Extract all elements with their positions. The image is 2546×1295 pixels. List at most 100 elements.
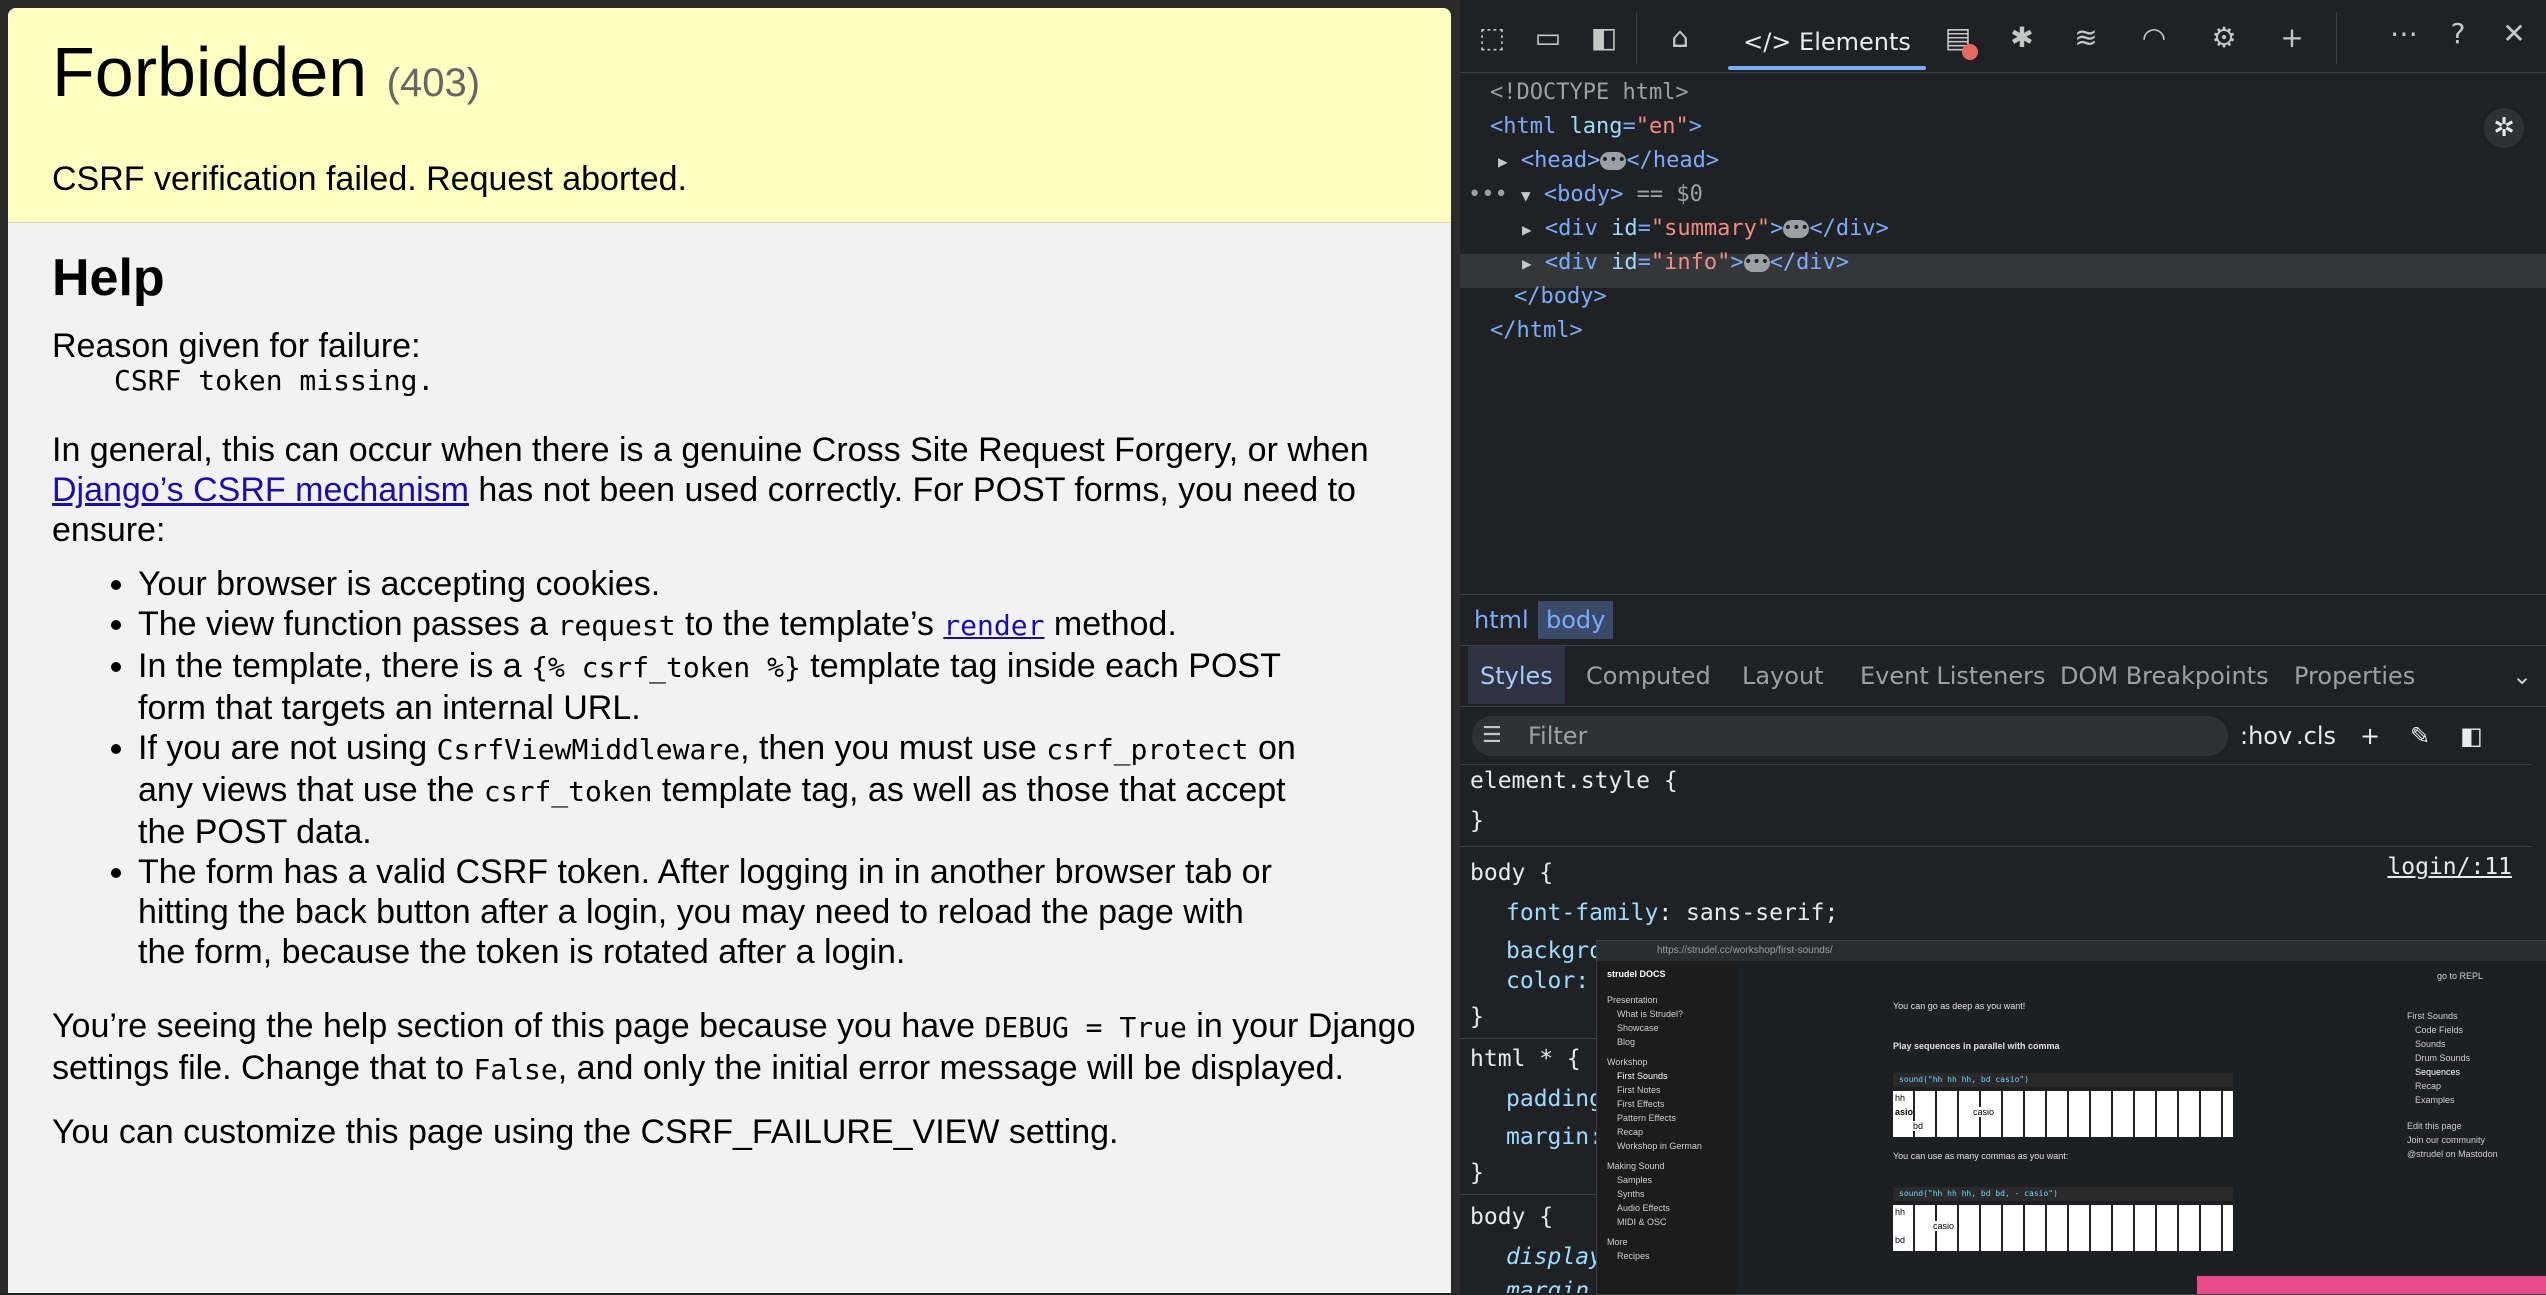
list-item: Pattern Effects	[1617, 1113, 1676, 1123]
device-icon[interactable]: ▭	[1530, 20, 1566, 56]
error-message: CSRF verification failed. Request aborte…	[52, 160, 687, 198]
thumbnail-pattern-grid: hh asio casio bd	[1893, 1091, 2233, 1137]
prop-color[interactable]: color:	[1506, 966, 1589, 996]
prop-background[interactable]: backgro	[1506, 936, 1603, 966]
tab-elements[interactable]: </> Elements	[1728, 0, 1926, 70]
expand-icon[interactable]: ▶	[1498, 152, 1508, 171]
filter-input[interactable]: Filter	[1472, 716, 2228, 756]
inspect-icon[interactable]: ⬚	[1474, 20, 1510, 56]
prop-font-family[interactable]: font-family: sans-serif;	[1506, 898, 1838, 928]
chevron-down-icon[interactable]: ⌄	[2512, 646, 2532, 704]
tab-layout[interactable]: Layout	[1742, 646, 1824, 704]
tab-styles[interactable]: Styles	[1468, 646, 1565, 704]
thumbnail-toc: go to REPL First Sounds Code Fields Soun…	[2397, 961, 2546, 1294]
devtools-toolbar: ⬚ ▭ ◧ ⌂ </> Elements ▤ ✱ ≋ ◠ ⚙ + ⋯ ? ✕	[1460, 0, 2546, 73]
breadcrumb-html[interactable]: html	[1466, 601, 1537, 639]
prop-margin-2[interactable]: margin	[1506, 1276, 1589, 1293]
list-item: First Notes	[1617, 1085, 1661, 1095]
tab-computed[interactable]: Computed	[1586, 646, 1711, 704]
list-item: First Sounds	[2407, 1011, 2458, 1021]
rule-html-star[interactable]: html * {	[1470, 1044, 1581, 1074]
thumbnail-code: sound("hh hh hh, bd casio")	[1893, 1073, 2233, 1087]
dom-body[interactable]: ••• ▼ <body> == $0	[1468, 178, 1703, 212]
django-csrf-link[interactable]: Django’s CSRF mechanism	[52, 471, 469, 509]
thumbnail-content: You can go as deep as you want! Play seq…	[1893, 961, 2253, 1294]
hov-button[interactable]: :hov	[2240, 718, 2292, 754]
new-rule-icon[interactable]: +	[2360, 718, 2380, 754]
list-item: If you are not using CsrfViewMiddleware,…	[138, 728, 1298, 852]
rule-close: }	[1470, 1160, 1484, 1186]
list-item: Blog	[1617, 1037, 1636, 1047]
rule-body-selector[interactable]: body {	[1470, 858, 1553, 888]
list-item: Workshop in German	[1617, 1141, 1702, 1151]
prop-margin[interactable]: margin:	[1506, 1122, 1603, 1152]
help-heading: Help	[52, 249, 165, 307]
styles-toolbar: Filter ☰ :hov .cls + ✎ ◧	[1460, 708, 2546, 765]
debug-paragraph: You’re seeing the help section of this p…	[52, 1007, 1416, 1087]
accessibility-icon[interactable]: ✲	[2484, 108, 2524, 148]
list-item: The form has a valid CSRF token. After l…	[138, 852, 1298, 972]
list-item: Join our community	[2407, 1135, 2486, 1145]
list-item: Recipes	[1617, 1251, 1650, 1261]
source-link[interactable]: login/:11	[2387, 854, 2512, 880]
settings-gear-icon[interactable]: ⚙	[2206, 20, 2242, 56]
performance-icon[interactable]: ◠	[2136, 20, 2172, 56]
help-icon[interactable]: ?	[2440, 16, 2476, 52]
list-item: Recap	[1617, 1127, 1644, 1137]
tab-event-listeners[interactable]: Event Listeners	[1860, 646, 2045, 704]
list-item: First Effects	[1617, 1099, 1665, 1109]
status-code: (403)	[386, 61, 481, 105]
list-item: Drum Sounds	[2415, 1053, 2471, 1063]
list-item: Code Fields	[2415, 1025, 2464, 1035]
reason-label: Reason given for failure:	[52, 327, 421, 365]
requirements-list: Your browser is accepting cookies. The v…	[52, 564, 1298, 972]
dock-icon[interactable]: ◧	[1586, 20, 1622, 56]
prop-padding[interactable]: padding	[1506, 1084, 1603, 1114]
paint-icon[interactable]: ✎	[2410, 718, 2430, 754]
tab-properties[interactable]: Properties	[2294, 646, 2415, 704]
dom-html-close[interactable]: </html>	[1490, 314, 1583, 348]
dom-body-close[interactable]: </body>	[1514, 280, 1607, 314]
dom-html[interactable]: <html lang="en">	[1490, 110, 1702, 144]
rule-element-style[interactable]: element.style {	[1470, 766, 1678, 796]
home-icon[interactable]: ⌂	[1662, 20, 1698, 56]
styles-tabbar: Styles Computed Layout Event Listeners D…	[1460, 646, 2546, 707]
thumbnail-brand: strudel DOCS	[1607, 969, 1666, 979]
close-icon[interactable]: ✕	[2496, 16, 2532, 52]
sidebar-toggle-icon[interactable]: ◧	[2460, 718, 2483, 754]
dom-div-summary[interactable]: ▶ <div id="summary">•••</div>	[1522, 212, 1889, 246]
dom-div-info[interactable]: ▶ <div id="info">•••</div>	[1522, 246, 1849, 280]
expand-icon[interactable]: ▶	[1522, 220, 1532, 239]
list-item: Your browser is accepting cookies.	[138, 564, 1298, 604]
bug-icon[interactable]: ✱	[2004, 20, 2040, 56]
network-icon[interactable]: ≋	[2068, 20, 2104, 56]
render-link[interactable]: render	[943, 609, 1044, 642]
breadcrumb-body[interactable]: body	[1538, 601, 1614, 639]
rule-close: }	[1470, 808, 1484, 834]
thumbnail-address-bar: https://strudel.cc/workshop/first-sounds…	[1597, 941, 2546, 961]
plus-icon[interactable]: +	[2274, 20, 2310, 56]
django-error-page: Forbidden (403) CSRF verification failed…	[8, 8, 1451, 1293]
list-item: Examples	[2415, 1095, 2455, 1105]
list-item: Workshop	[1607, 1057, 1648, 1067]
ellipsis-icon[interactable]: •••	[1743, 254, 1770, 272]
summary-section: Forbidden (403) CSRF verification failed…	[8, 8, 1451, 223]
elements-icon: </>	[1743, 28, 1792, 56]
reason-code: CSRF token missing.	[114, 364, 435, 397]
prop-display[interactable]: display	[1506, 1242, 1603, 1272]
more-icon[interactable]: ⋯	[2386, 16, 2422, 52]
rule-body-selector-2[interactable]: body {	[1470, 1202, 1553, 1232]
thumbnail-text: You can use as many commas as you want:	[1893, 1151, 2069, 1161]
expand-icon[interactable]: ▶	[1522, 254, 1532, 273]
screenshot-thumbnail[interactable]: https://strudel.cc/workshop/first-sounds…	[1596, 940, 2546, 1295]
page-viewport: Forbidden (403) CSRF verification failed…	[0, 0, 1460, 1293]
collapse-icon[interactable]: ▼	[1521, 186, 1531, 205]
list-item: In the template, there is a {% csrf_toke…	[138, 646, 1298, 728]
cls-button[interactable]: .cls	[2296, 718, 2336, 754]
thumbnail-text: Play sequences in parallel with comma	[1893, 1041, 2060, 1051]
tab-dom-breakpoints[interactable]: DOM Breakpoints	[2060, 646, 2269, 704]
dom-head[interactable]: ▶ <head>•••</head>	[1498, 144, 1719, 178]
ellipsis-icon[interactable]: •••	[1600, 152, 1627, 170]
dom-doctype[interactable]: <!DOCTYPE html>	[1490, 76, 1689, 110]
ellipsis-icon[interactable]: •••	[1783, 220, 1810, 238]
